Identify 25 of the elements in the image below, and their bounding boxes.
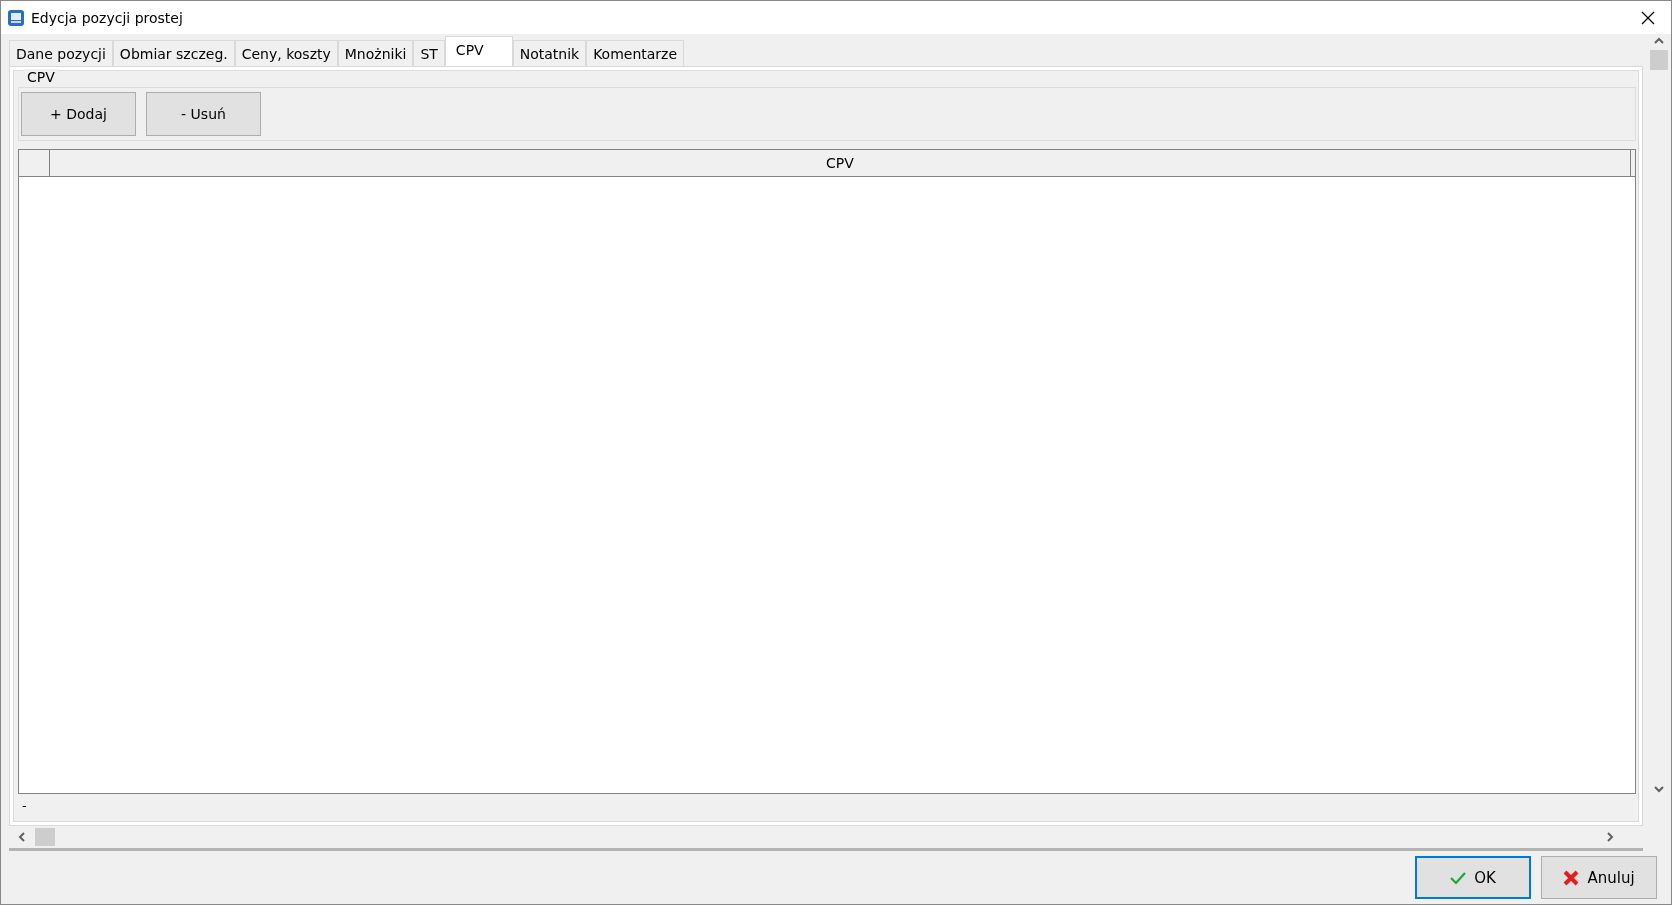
cancel-button[interactable]: Anuluj — [1541, 856, 1657, 899]
tab[interactable]: Notatnik — [512, 40, 587, 66]
scroll-down-icon[interactable] — [1654, 784, 1664, 794]
tab[interactable]: Obmiar szczeg. — [112, 40, 235, 66]
window-title: Edycja pozycji prostej — [31, 9, 184, 26]
cross-icon — [1563, 869, 1580, 886]
status-text: - — [21, 797, 27, 815]
tab[interactable]: Dane pozycji — [9, 40, 113, 66]
scroll-right-icon[interactable] — [1605, 832, 1615, 842]
scroll-thumb[interactable] — [35, 828, 55, 846]
app-icon — [7, 8, 25, 27]
tab[interactable]: Mnożniki — [337, 40, 414, 66]
tab[interactable]: Komentarze — [586, 40, 685, 66]
add-button[interactable]: + Dodaj — [21, 92, 136, 136]
tab[interactable]: Ceny, koszty — [234, 40, 338, 66]
close-icon[interactable] — [1641, 10, 1655, 25]
ok-button[interactable]: OK — [1415, 856, 1531, 899]
scroll-up-icon[interactable] — [1654, 36, 1664, 46]
group-title: CPV — [24, 69, 58, 85]
check-icon — [1450, 870, 1467, 885]
tab[interactable]: ST — [413, 40, 445, 66]
remove-button[interactable]: - Usuń — [146, 92, 261, 136]
scroll-left-icon[interactable] — [17, 832, 27, 842]
tab[interactable]: CPV — [444, 36, 513, 66]
scroll-thumb[interactable] — [1650, 50, 1668, 70]
